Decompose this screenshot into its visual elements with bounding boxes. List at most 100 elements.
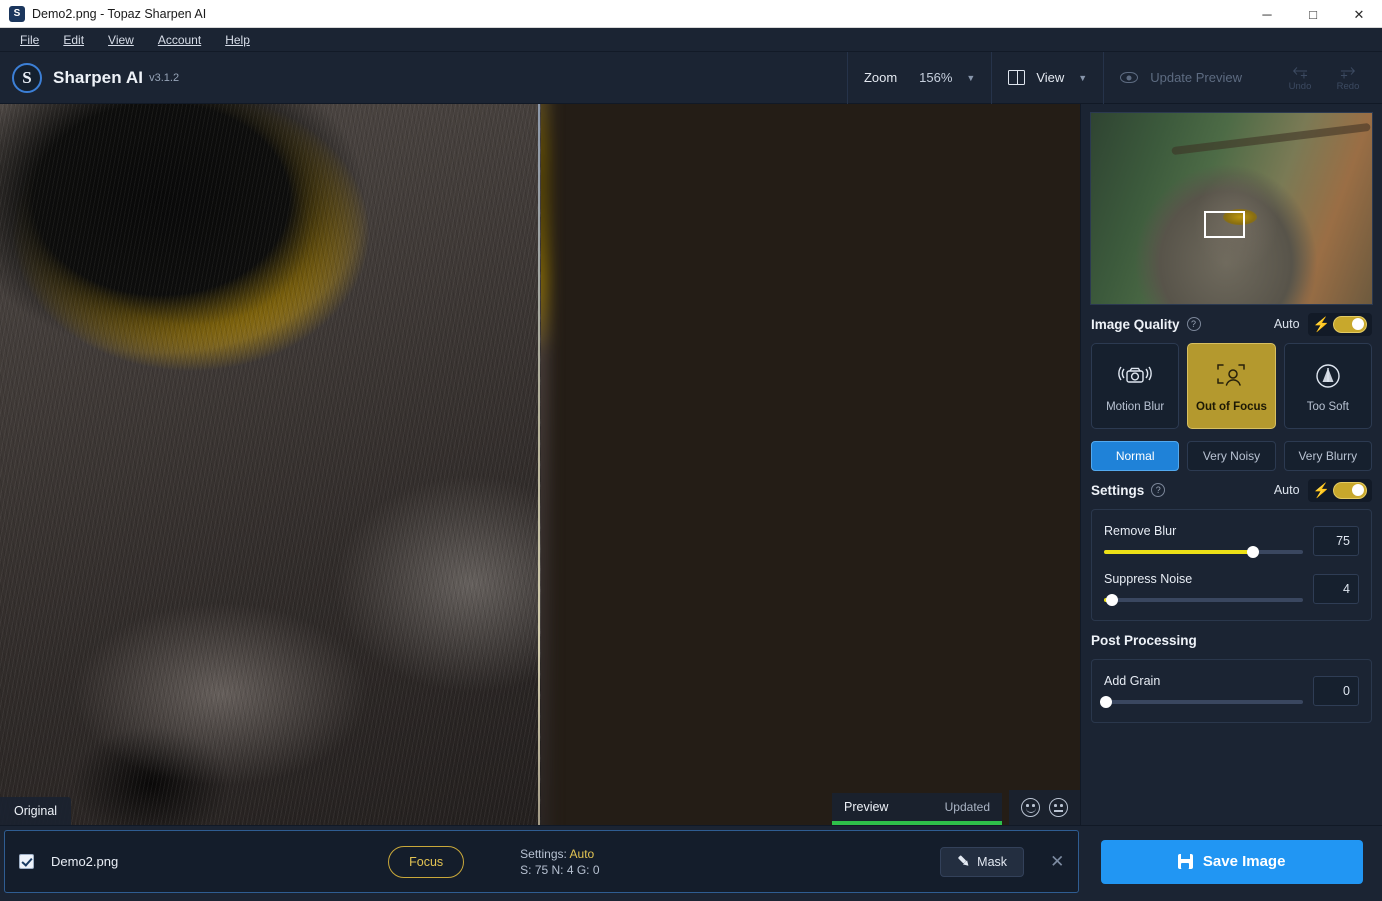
- settings-summary-prefix: Settings:: [520, 846, 567, 861]
- sharpened-owl-image: [0, 104, 541, 825]
- settings-summary-value: Auto: [569, 846, 595, 861]
- navigator-viewport-rect[interactable]: [1204, 211, 1245, 238]
- suppress-noise-label: Suppress Noise: [1104, 572, 1193, 586]
- view-control[interactable]: View ▼: [991, 51, 1103, 104]
- floppy-disk-icon: [1177, 854, 1193, 869]
- redo-label: Redo: [1336, 81, 1360, 92]
- noise-mode-row: Normal Very Noisy Very Blurry: [1081, 429, 1382, 471]
- sharpen-logo-icon: S: [12, 62, 42, 93]
- settings-auto-label: Auto: [1273, 483, 1300, 497]
- navigator-thumbnail[interactable]: [1090, 112, 1373, 305]
- file-strip[interactable]: Demo2.png Focus Settings: Auto S: 75 N: …: [4, 830, 1080, 893]
- help-icon[interactable]: ?: [1186, 317, 1201, 331]
- mode-very-noisy[interactable]: Very Noisy: [1187, 441, 1276, 471]
- preview-label: Preview: [844, 800, 889, 814]
- quality-card-out-of-focus[interactable]: Out of Focus: [1187, 343, 1276, 429]
- menubar: File Edit View Account Help: [0, 28, 1382, 52]
- soft-cone-icon: [1312, 359, 1344, 393]
- toggle-switch[interactable]: [1333, 481, 1367, 499]
- mode-normal[interactable]: Normal: [1091, 441, 1180, 471]
- zoom-value: 156%: [919, 70, 953, 85]
- brand-block: S Sharpen AI v3.1.2: [0, 62, 180, 93]
- brand-name: Sharpen AI: [53, 67, 144, 87]
- close-button[interactable]: ✕: [1336, 0, 1382, 28]
- undo-arrow-icon: ⥆: [1292, 60, 1308, 81]
- save-image-button[interactable]: Save Image: [1100, 839, 1363, 884]
- quality-card-label: Out of Focus: [1196, 401, 1267, 413]
- remove-blur-row: Remove Blur 75: [1104, 524, 1359, 558]
- settings-auto-toggle[interactable]: ⚡: [1307, 478, 1372, 502]
- undo-button[interactable]: ⥆ Undo: [1278, 60, 1322, 92]
- redo-button[interactable]: ⥅ Redo: [1326, 60, 1370, 92]
- remove-blur-handle[interactable]: [1247, 546, 1260, 558]
- focus-person-icon: [1214, 359, 1248, 393]
- suppress-noise-slider[interactable]: [1104, 594, 1303, 606]
- image-quality-auto-group: Auto ⚡: [1273, 312, 1372, 336]
- menu-account[interactable]: Account: [146, 30, 213, 50]
- image-comparison-canvas[interactable]: Original Preview Updated: [0, 104, 1080, 825]
- toggle-switch[interactable]: [1333, 315, 1367, 333]
- menu-view[interactable]: View: [96, 30, 146, 50]
- settings-header: Settings ? Auto ⚡: [1091, 471, 1372, 509]
- lightning-bolt-icon: ⚡: [1312, 482, 1330, 498]
- undo-label: Undo: [1288, 81, 1312, 92]
- menu-help[interactable]: Help: [213, 30, 262, 50]
- zoom-control[interactable]: Zoom 156% ▼: [846, 51, 991, 104]
- update-preview-button[interactable]: Update Preview: [1103, 51, 1258, 104]
- add-grain-handle[interactable]: [1099, 696, 1112, 708]
- comparison-divider-handle[interactable]: [538, 104, 540, 825]
- eye-icon: [1120, 72, 1139, 83]
- image-quality-auto-label: Auto: [1273, 317, 1300, 331]
- app-icon: S: [9, 5, 25, 22]
- original-label: Original: [0, 797, 72, 825]
- bottom-bar: Demo2.png Focus Settings: Auto S: 75 N: …: [0, 825, 1382, 897]
- redo-arrow-icon: ⥅: [1340, 60, 1356, 81]
- mask-button[interactable]: Mask: [940, 846, 1025, 877]
- settings-title: Settings: [1091, 482, 1145, 498]
- suppress-noise-value[interactable]: 4: [1313, 574, 1359, 604]
- window-titlebar: S Demo2.png - Topaz Sharpen AI ─ □ ✕: [0, 0, 1382, 28]
- chevron-down-icon: ▼: [966, 72, 976, 83]
- right-panel: Image Quality ? Auto ⚡ Motion Blur Out o…: [1080, 104, 1382, 825]
- settings-auto-group: Auto ⚡: [1273, 478, 1372, 502]
- post-processing-section: Post Processing: [1081, 621, 1382, 659]
- add-grain-value[interactable]: 0: [1313, 676, 1359, 706]
- remove-file-button[interactable]: ✕: [1050, 852, 1064, 872]
- neutral-face-icon[interactable]: [1049, 798, 1068, 817]
- focus-button[interactable]: Focus: [388, 845, 465, 878]
- post-processing-box: Add Grain 0: [1091, 659, 1372, 723]
- image-quality-cards: Motion Blur Out of Focus Too Soft: [1081, 343, 1382, 429]
- image-quality-auto-toggle[interactable]: ⚡: [1307, 312, 1372, 336]
- quality-card-motion-blur[interactable]: Motion Blur: [1091, 343, 1180, 429]
- quality-card-too-soft[interactable]: Too Soft: [1283, 343, 1372, 429]
- remove-blur-slider[interactable]: [1104, 546, 1303, 558]
- split-view-icon: [1008, 70, 1026, 85]
- suppress-noise-handle[interactable]: [1105, 594, 1118, 606]
- menu-view-label: View: [108, 32, 134, 47]
- lightning-bolt-icon: ⚡: [1312, 316, 1330, 332]
- add-grain-slider[interactable]: [1099, 696, 1303, 708]
- help-icon[interactable]: ?: [1151, 483, 1166, 497]
- file-checkbox[interactable]: [19, 854, 34, 869]
- file-name: Demo2.png: [51, 854, 119, 869]
- mode-very-blurry[interactable]: Very Blurry: [1283, 441, 1372, 471]
- menu-edit[interactable]: Edit: [51, 30, 96, 50]
- remove-blur-value[interactable]: 75: [1313, 526, 1359, 556]
- preview-status: Updated: [944, 800, 990, 814]
- menu-file[interactable]: File: [8, 30, 51, 50]
- history-controls: ⥆ Undo ⥅ Redo: [1258, 60, 1382, 92]
- menu-edit-label: Edit: [63, 32, 85, 47]
- image-quality-header: Image Quality ? Auto ⚡: [1091, 305, 1372, 343]
- save-image-label: Save Image: [1202, 853, 1286, 870]
- quality-card-label: Motion Blur: [1106, 401, 1165, 413]
- window-title: Demo2.png - Topaz Sharpen AI: [32, 6, 207, 21]
- maximize-button[interactable]: □: [1290, 0, 1336, 28]
- mask-label: Mask: [977, 854, 1008, 869]
- window-controls: ─ □ ✕: [1244, 0, 1382, 28]
- settings-summary-mode: Settings: Auto: [520, 847, 594, 861]
- brand-version: v3.1.2: [149, 71, 180, 84]
- minimize-button[interactable]: ─: [1244, 0, 1290, 28]
- add-grain-label: Add Grain: [1104, 674, 1161, 688]
- happy-face-icon[interactable]: [1021, 798, 1040, 817]
- image-quality-title: Image Quality: [1091, 316, 1180, 332]
